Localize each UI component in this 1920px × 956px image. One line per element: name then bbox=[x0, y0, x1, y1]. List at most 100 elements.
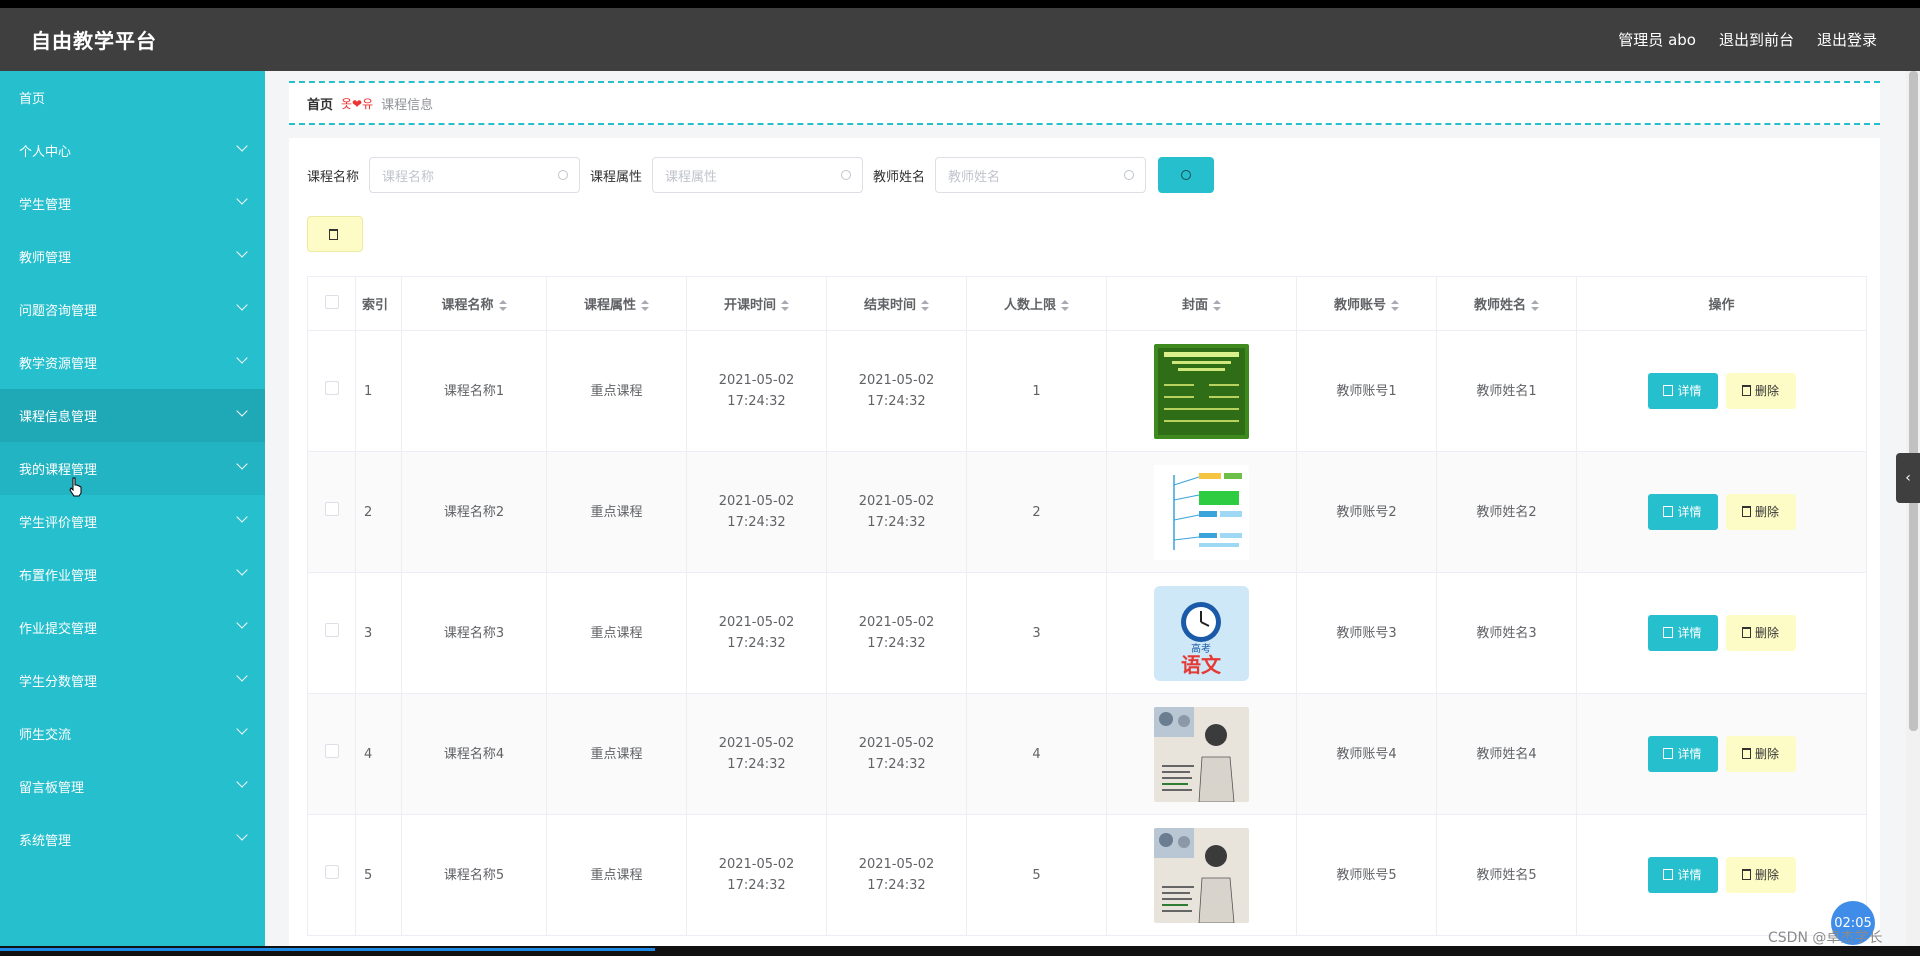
video-progress-bar[interactable] bbox=[0, 948, 655, 951]
detail-button-label: 详情 bbox=[1677, 626, 1702, 640]
sidebar-item-label: 作业提交管理 bbox=[19, 622, 98, 637]
teacher-name-placeholder: 教师姓名 bbox=[948, 169, 1001, 185]
collapse-panel-handle[interactable]: ‹ bbox=[1896, 453, 1920, 503]
detail-button[interactable]: 详情 bbox=[1647, 857, 1718, 893]
column-header-label: 课程名称 bbox=[441, 298, 494, 313]
cell-course-name: 课程名称1 bbox=[401, 330, 547, 452]
content-panel: 课程名称 课程名称 课程属性 课程属性 教师姓名 教师姓名 索引 课程名称 课程… bbox=[289, 138, 1880, 946]
sidebar-item-personal-center[interactable]: 个人中心 bbox=[0, 124, 265, 177]
bulk-delete-button[interactable] bbox=[307, 216, 363, 252]
delete-button[interactable]: 删除 bbox=[1725, 373, 1796, 409]
detail-button-label: 详情 bbox=[1677, 868, 1702, 882]
sort-icon bbox=[781, 299, 789, 312]
column-header-cover[interactable]: 封面 bbox=[1106, 276, 1297, 331]
column-header-course-name[interactable]: 课程名称 bbox=[401, 276, 547, 331]
sort-icon bbox=[498, 299, 507, 312]
column-header-label: 课程属性 bbox=[583, 298, 636, 313]
admin-user-label[interactable]: 管理员 abo bbox=[1618, 29, 1696, 50]
cell-start-time: 2021-05-02 17:24:32 bbox=[686, 330, 827, 452]
column-header-label: 封面 bbox=[1181, 298, 1208, 313]
course-attr-input[interactable]: 课程属性 bbox=[652, 157, 864, 193]
cell-capacity: 5 bbox=[966, 814, 1107, 936]
cell-teacher-name: 教师姓名5 bbox=[1436, 814, 1577, 936]
row-checkbox[interactable] bbox=[324, 380, 339, 395]
teacher-name-input[interactable]: 教师姓名 bbox=[935, 157, 1147, 193]
detail-button[interactable]: 详情 bbox=[1647, 373, 1718, 409]
delete-button[interactable]: 删除 bbox=[1725, 857, 1796, 893]
column-header-end-time[interactable]: 结束时间 bbox=[826, 276, 967, 331]
sidebar-item-course-info[interactable]: 课程信息管理 bbox=[0, 389, 265, 442]
column-header-teacher-account[interactable]: 教师账号 bbox=[1296, 276, 1437, 331]
search-button[interactable] bbox=[1158, 157, 1215, 193]
sidebar-item-message-board[interactable]: 留言板管理 bbox=[0, 760, 265, 813]
watermark-text: CSDN @卓杰学长 bbox=[1768, 930, 1883, 946]
delete-button[interactable]: 删除 bbox=[1725, 615, 1796, 651]
detail-button[interactable]: 详情 bbox=[1647, 615, 1718, 651]
column-header-teacher-name[interactable]: 教师姓名 bbox=[1436, 276, 1577, 331]
breadcrumb-separator: 옷❤유 bbox=[341, 96, 374, 111]
sidebar-item-resources[interactable]: 教学资源管理 bbox=[0, 336, 265, 389]
select-all-checkbox[interactable] bbox=[324, 294, 339, 309]
column-header-index: 索引 bbox=[355, 276, 402, 331]
chevron-down-icon bbox=[236, 246, 248, 258]
sidebar-item-scores[interactable]: 学生分数管理 bbox=[0, 654, 265, 707]
cell-teacher-account: 教师账号1 bbox=[1296, 330, 1437, 452]
sidebar-item-my-courses[interactable]: 我的课程管理 bbox=[0, 442, 265, 495]
sidebar-item-submissions[interactable]: 作业提交管理 bbox=[0, 601, 265, 654]
sidebar-item-label: 师生交流 bbox=[19, 728, 72, 743]
cell-cover bbox=[1106, 330, 1297, 452]
column-header-start-time[interactable]: 开课时间 bbox=[686, 276, 827, 331]
document-icon bbox=[1663, 869, 1674, 880]
cell-teacher-account: 教师账号4 bbox=[1296, 693, 1437, 815]
sidebar-item-label: 布置作业管理 bbox=[19, 569, 98, 584]
cell-course-name: 课程名称2 bbox=[401, 451, 547, 573]
row-select-cell bbox=[307, 572, 356, 694]
sidebar-item-system[interactable]: 系统管理 bbox=[0, 813, 265, 866]
logout-link[interactable]: 退出登录 bbox=[1817, 29, 1877, 50]
sidebar-item-students[interactable]: 学生管理 bbox=[0, 177, 265, 230]
document-icon bbox=[1663, 385, 1674, 396]
delete-button[interactable]: 删除 bbox=[1725, 494, 1796, 530]
chevron-down-icon bbox=[236, 723, 248, 735]
top-header: 自由教学平台 管理员 abo 退出到前台 退出登录 bbox=[0, 8, 1920, 71]
chevron-down-icon bbox=[236, 405, 248, 417]
row-checkbox[interactable] bbox=[324, 864, 339, 879]
chevron-down-icon bbox=[236, 829, 248, 841]
course-name-input[interactable]: 课程名称 bbox=[369, 157, 581, 193]
cell-cover bbox=[1106, 693, 1297, 815]
detail-button[interactable]: 详情 bbox=[1647, 494, 1718, 530]
row-checkbox[interactable] bbox=[324, 743, 339, 758]
delete-button[interactable]: 删除 bbox=[1725, 736, 1796, 772]
sidebar-item-home[interactable]: 首页 bbox=[0, 71, 265, 124]
sidebar-item-assign-homework[interactable]: 布置作业管理 bbox=[0, 548, 265, 601]
sidebar-item-teachers[interactable]: 教师管理 bbox=[0, 230, 265, 283]
row-select-cell bbox=[307, 693, 356, 815]
cover-image-portrait bbox=[1154, 827, 1249, 923]
delete-button-label: 删除 bbox=[1754, 868, 1779, 882]
page-scrollbar-thumb[interactable] bbox=[1909, 71, 1918, 731]
cell-course-attr: 重点课程 bbox=[546, 572, 687, 694]
cell-index: 5 bbox=[355, 814, 402, 936]
sidebar-item-communication[interactable]: 师生交流 bbox=[0, 707, 265, 760]
window-top-strip bbox=[0, 0, 1920, 8]
chevron-left-icon: ‹ bbox=[1905, 470, 1911, 486]
select-all-cell bbox=[307, 276, 356, 331]
chevron-down-icon bbox=[236, 511, 248, 523]
column-header-course-attr[interactable]: 课程属性 bbox=[546, 276, 687, 331]
detail-button[interactable]: 详情 bbox=[1647, 736, 1718, 772]
sidebar-item-consulting[interactable]: 问题咨询管理 bbox=[0, 283, 265, 336]
cell-teacher-account: 教师账号3 bbox=[1296, 572, 1437, 694]
row-checkbox[interactable] bbox=[324, 622, 339, 637]
back-to-frontend-link[interactable]: 退出到前台 bbox=[1719, 29, 1794, 50]
detail-button-label: 详情 bbox=[1677, 384, 1702, 398]
search-icon bbox=[1124, 170, 1135, 180]
cell-end-time: 2021-05-02 17:24:32 bbox=[826, 451, 967, 573]
cell-capacity: 1 bbox=[966, 330, 1107, 452]
breadcrumb-home[interactable]: 首页 bbox=[307, 94, 333, 113]
cell-teacher-name: 教师姓名3 bbox=[1436, 572, 1577, 694]
row-checkbox[interactable] bbox=[324, 501, 339, 516]
chevron-down-icon bbox=[236, 617, 248, 629]
cover-image-green-poster bbox=[1154, 343, 1249, 439]
column-header-capacity[interactable]: 人数上限 bbox=[966, 276, 1107, 331]
sidebar-item-evaluations[interactable]: 学生评价管理 bbox=[0, 495, 265, 548]
